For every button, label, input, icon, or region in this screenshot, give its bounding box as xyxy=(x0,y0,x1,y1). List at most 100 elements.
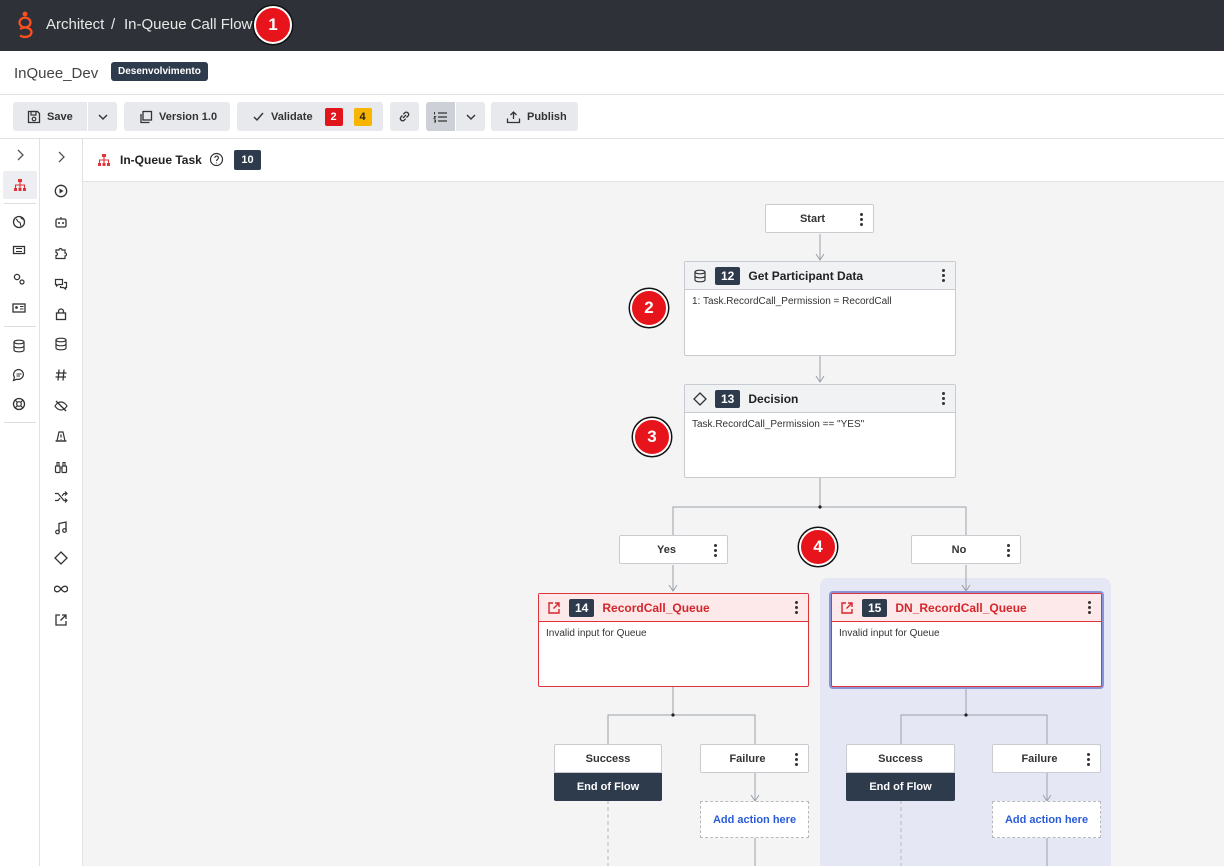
add-action-here-right[interactable]: Add action here xyxy=(992,801,1101,838)
add-action-here-left[interactable]: Add action here xyxy=(700,801,809,838)
branch-yes-label: Yes xyxy=(657,543,676,556)
chat-bubble-icon[interactable] xyxy=(10,366,28,384)
bot-icon[interactable] xyxy=(52,213,70,231)
conversation-icon[interactable] xyxy=(52,275,70,293)
publish-label: Publish xyxy=(527,110,567,123)
more-options-icon[interactable] xyxy=(1087,753,1090,766)
outcome-failure-right[interactable]: Failure xyxy=(992,744,1101,773)
record-call-queue-node[interactable]: 14 RecordCall_Queue Invalid input for Qu… xyxy=(538,593,809,687)
save-button-label: Save xyxy=(47,110,73,123)
lock-icon[interactable] xyxy=(52,305,70,323)
expand-toolbox-icon[interactable] xyxy=(52,148,70,166)
decision-diamond-icon[interactable] xyxy=(52,549,70,567)
more-options-icon[interactable] xyxy=(942,269,945,282)
alert-triangle-icon[interactable] xyxy=(52,427,70,445)
globe-icon[interactable] xyxy=(10,213,28,231)
transfer-to-queue-icon xyxy=(841,601,853,614)
more-options-icon[interactable] xyxy=(795,753,798,766)
breadcrumb-architect[interactable]: Architect xyxy=(46,16,104,33)
link-button[interactable] xyxy=(390,102,419,131)
save-button[interactable]: Save xyxy=(13,102,87,131)
numbered-list-icon xyxy=(433,111,447,122)
node-title: Get Participant Data xyxy=(748,268,864,283)
node-number: 12 xyxy=(715,266,741,285)
help-icon[interactable] xyxy=(209,152,224,167)
validate-label: Validate xyxy=(271,110,313,123)
flow-tree-icon[interactable] xyxy=(11,176,29,194)
database-icon[interactable] xyxy=(10,337,28,355)
branch-no-label: No xyxy=(951,543,967,556)
more-options-icon[interactable] xyxy=(942,392,945,405)
save-icon xyxy=(27,110,41,123)
warning-count-badge[interactable]: 4 xyxy=(353,107,372,126)
task-count-badge: 10 xyxy=(234,150,261,170)
outcome-success-left[interactable]: Success xyxy=(554,744,662,773)
eye-off-icon[interactable] xyxy=(52,397,70,415)
node-header: 12 Get Participant Data xyxy=(685,262,955,290)
outcome-success-label: Success xyxy=(878,752,923,765)
decision-node[interactable]: 13 Decision Task.RecordCall_Permission =… xyxy=(684,384,956,478)
end-of-flow-left[interactable]: End of Flow xyxy=(554,773,662,801)
node-body: Task.RecordCall_Permission == "YES" xyxy=(692,419,865,430)
validate-button[interactable]: Validate 2 4 xyxy=(237,102,383,131)
more-options-icon[interactable] xyxy=(1007,544,1010,557)
outcome-failure-label: Failure xyxy=(729,752,766,765)
more-options-icon[interactable] xyxy=(1088,601,1091,614)
hashtag-icon[interactable] xyxy=(52,366,70,384)
chevron-down-icon xyxy=(98,114,107,120)
annotation-marker-2: 2 xyxy=(630,289,668,327)
play-circle-icon[interactable] xyxy=(52,182,70,200)
version-button[interactable]: Version 1.0 xyxy=(124,102,230,131)
breadcrumb-current-flow: In-Queue Call Flow xyxy=(124,16,253,33)
dn-record-call-queue-node[interactable]: 15 DN_RecordCall_Queue Invalid input for… xyxy=(831,593,1102,687)
branch-yes[interactable]: Yes xyxy=(619,535,728,564)
sidebar-divider xyxy=(4,326,36,327)
environment-badge: Desenvolvimento xyxy=(111,62,208,81)
start-node[interactable]: Start xyxy=(765,204,874,233)
node-number: 14 xyxy=(569,598,595,617)
expand-sidebar-icon[interactable] xyxy=(11,146,29,164)
shuffle-icon[interactable] xyxy=(52,488,70,506)
more-options-icon[interactable] xyxy=(795,601,798,614)
outcome-success-right[interactable]: Success xyxy=(846,744,955,773)
data-table-icon[interactable] xyxy=(52,335,70,353)
contact-card-icon[interactable] xyxy=(10,299,28,317)
music-note-icon[interactable] xyxy=(52,519,70,537)
outcome-failure-left[interactable]: Failure xyxy=(700,744,809,773)
flow-canvas[interactable]: Start 12 Get Participant Data 1: Task.Re… xyxy=(83,182,1224,866)
view-options-dropdown[interactable] xyxy=(456,102,485,131)
publish-button[interactable]: Publish xyxy=(491,102,578,131)
branch-no[interactable]: No xyxy=(911,535,1021,564)
start-label: Start xyxy=(799,212,826,225)
get-participant-data-node[interactable]: 12 Get Participant Data 1: Task.RecordCa… xyxy=(684,261,956,356)
puzzle-icon[interactable] xyxy=(52,244,70,262)
infinity-loop-icon[interactable] xyxy=(52,580,70,598)
external-link-icon[interactable] xyxy=(52,611,70,629)
check-icon xyxy=(253,112,264,122)
node-title: Decision xyxy=(748,391,799,406)
more-options-icon[interactable] xyxy=(714,544,717,557)
end-of-flow-right[interactable]: End of Flow xyxy=(846,773,955,801)
ticket-icon[interactable] xyxy=(10,241,28,259)
flow-tree-icon xyxy=(98,154,110,166)
node-number: 13 xyxy=(715,389,741,408)
outcome-success-label: Success xyxy=(585,752,631,765)
binoculars-icon[interactable] xyxy=(52,458,70,476)
top-bar: Architect / In-Queue Call Flow 1 xyxy=(0,0,1224,51)
node-error-message: Invalid input for Queue xyxy=(546,628,647,639)
list-view-toggle[interactable] xyxy=(426,102,455,131)
node-title: RecordCall_Queue xyxy=(602,600,710,615)
task-header: In-Queue Task 10 xyxy=(83,139,1224,182)
gears-icon[interactable] xyxy=(10,270,28,288)
error-count-badge[interactable]: 2 xyxy=(324,107,343,126)
toolbar: Save Version 1.0 Validate 2 4 Publish xyxy=(0,95,1224,139)
task-title: In-Queue Task xyxy=(120,153,202,167)
more-options-icon[interactable] xyxy=(860,213,863,226)
help-lifebuoy-icon[interactable] xyxy=(10,395,28,413)
save-options-dropdown[interactable] xyxy=(88,102,117,131)
outcome-failure-label: Failure xyxy=(1021,752,1058,765)
sidebar-divider xyxy=(4,203,36,204)
flow-title-row: InQuee_Dev Desenvolvimento xyxy=(0,51,1224,95)
annotation-marker-1: 1 xyxy=(254,6,292,44)
upload-icon xyxy=(506,110,521,123)
